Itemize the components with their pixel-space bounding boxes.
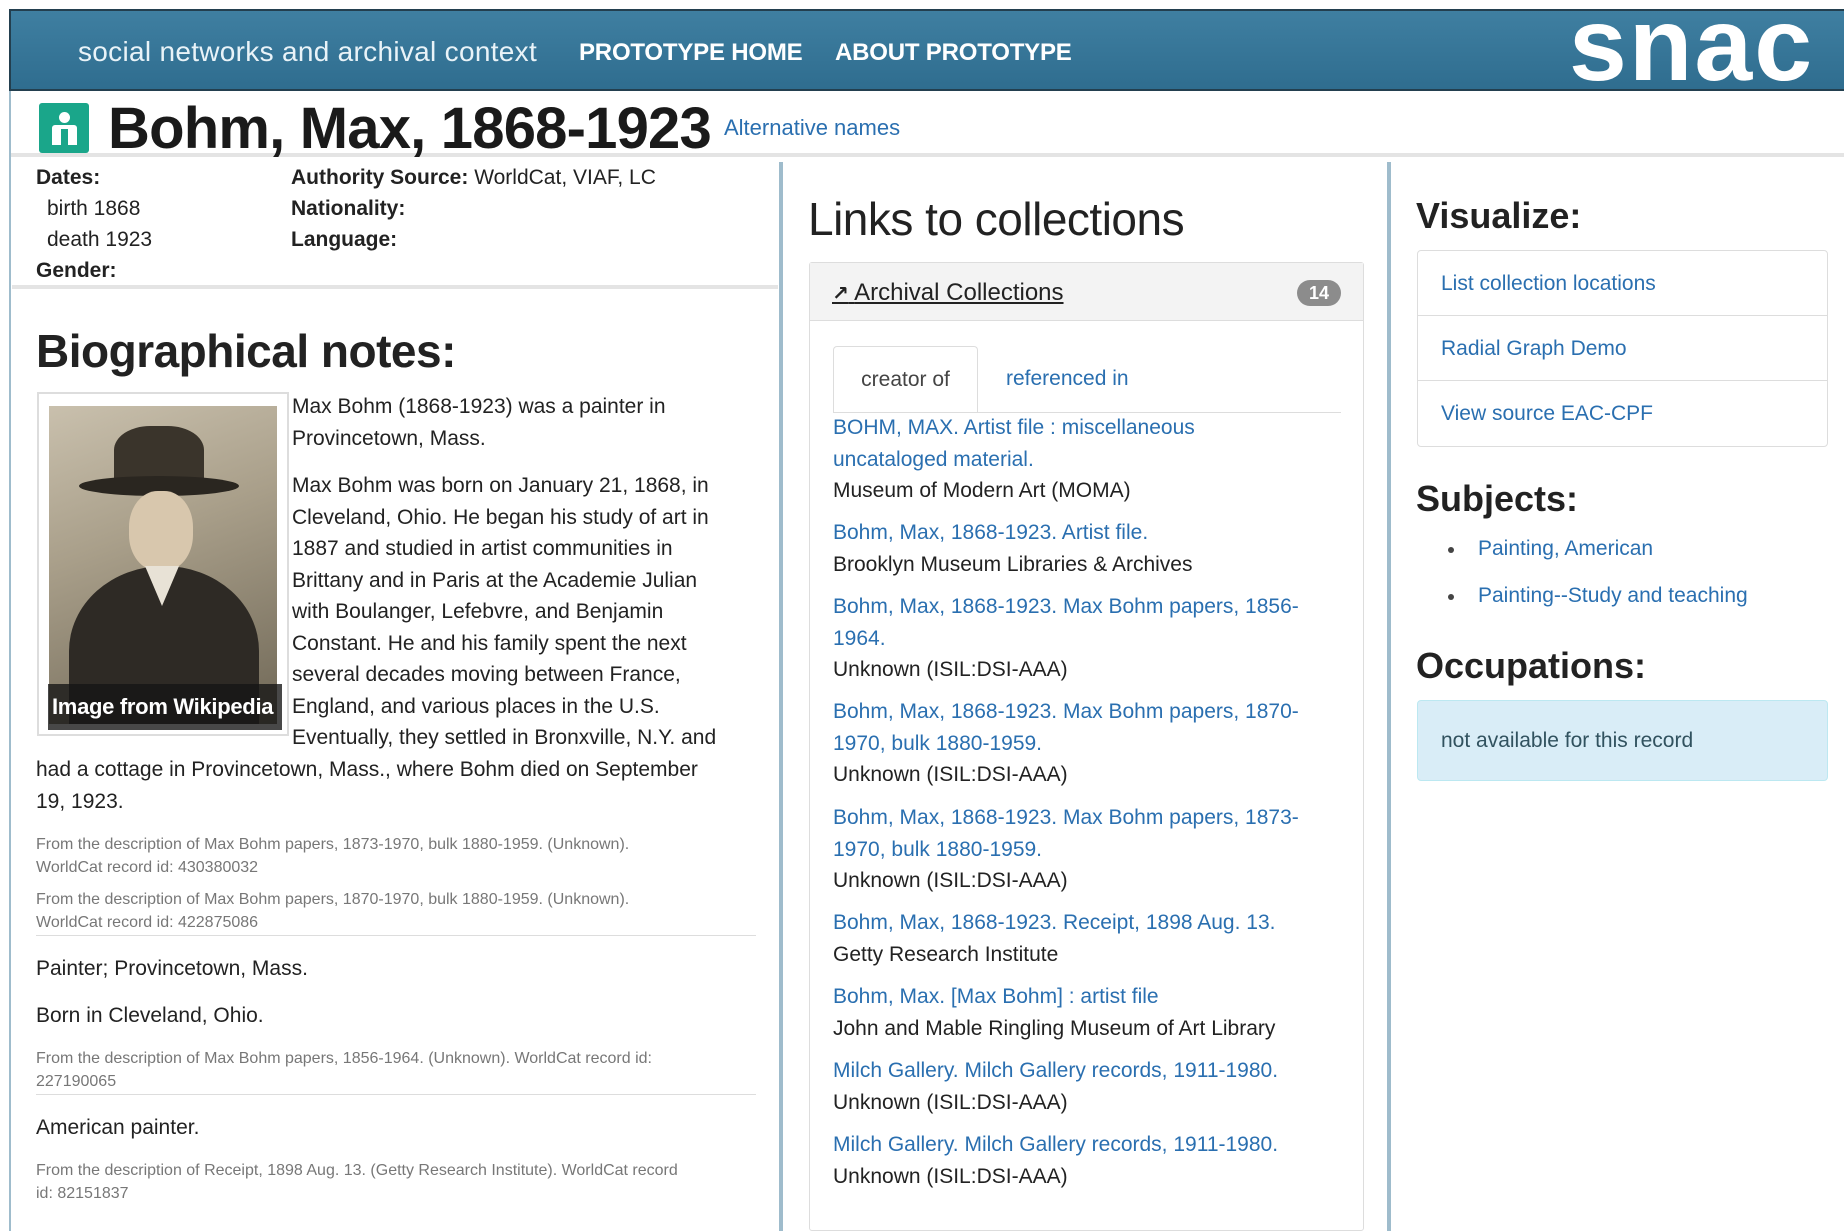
links-to-collections-heading: Links to collections <box>808 193 1185 245</box>
collection-item: Bohm, Max, 1868-1923. Artist file. Brook… <box>833 517 1343 580</box>
repository-name: Museum of Modern Art (MOMA) <box>833 479 1131 502</box>
repository-name: Unknown (ISIL:DSI-AAA) <box>833 1090 1068 1114</box>
repository-name: Getty Research Institute <box>833 942 1059 966</box>
collection-link[interactable]: Milch Gallery. Milch Gallery records, 19… <box>833 1129 1343 1161</box>
site-brand[interactable]: social networks and archival context <box>78 36 537 68</box>
collection-link[interactable]: Bohm, Max, 1868-1923. Max Bohm papers, 1… <box>833 591 1343 654</box>
source-note: From the description of Max Bohm papers,… <box>36 836 630 876</box>
collection-item: BOHM, MAX. Artist file : miscellaneous un… <box>833 412 1343 507</box>
panel-header: ↗ Archival Collections 14 <box>810 263 1363 321</box>
divider <box>36 1094 756 1095</box>
collection-link[interactable]: Milch Gallery. Milch Gallery records, 19… <box>833 1055 1343 1087</box>
collection-link[interactable]: Bohm, Max, 1868-1923. Max Bohm papers, 1… <box>833 802 1343 865</box>
bio-note: Painter; Provincetown, Mass. <box>36 957 308 980</box>
repository-name: Brooklyn Museum Libraries & Archives <box>833 552 1193 576</box>
collection-item: Bohm, Max, 1868-1923. Max Bohm papers, 1… <box>833 802 1343 897</box>
page-title: Bohm, Max, 1868-1923 <box>108 96 712 161</box>
collection-link[interactable]: Bohm, Max, 1868-1923. Max Bohm papers, 1… <box>833 696 1343 759</box>
collection-item: Bohm, Max, 1868-1923. Max Bohm papers, 1… <box>833 696 1343 791</box>
authority-source-label: Authority Source: <box>291 166 469 189</box>
top-navbar: social networks and archival context PRO… <box>9 0 1844 97</box>
authority-source-value: WorldCat, VIAF, LC <box>474 166 656 189</box>
left-border <box>9 91 11 1231</box>
divider <box>36 935 756 936</box>
view-source-eac-cpf-link[interactable]: View source EAC-CPF <box>1418 381 1827 446</box>
repository-name: Unknown (ISIL:DSI-AAA) <box>833 1164 1068 1188</box>
column-divider <box>779 162 783 1231</box>
bio-note: Born in Cleveland, Ohio. <box>36 1004 264 1027</box>
subject-link[interactable]: Painting--Study and teaching <box>1478 579 1748 613</box>
source-note: From the description of Max Bohm papers,… <box>36 891 630 931</box>
bullet-icon <box>1448 594 1454 600</box>
repository-name: John and Mable Ringling Museum of Art Li… <box>833 1016 1276 1040</box>
archival-collections-link[interactable]: ↗ Archival Collections <box>832 279 1064 307</box>
collection-link[interactable]: Bohm, Max, 1868-1923. Artist file. <box>833 517 1343 549</box>
collections-count-badge: 14 <box>1297 280 1341 306</box>
source-note: From the description of Receipt, 1898 Au… <box>36 1162 678 1202</box>
language-label: Language: <box>291 228 398 251</box>
bullet-icon <box>1448 547 1454 553</box>
dates-label: Dates: <box>36 166 101 189</box>
repository-name: Unknown (ISIL:DSI-AAA) <box>833 763 1068 786</box>
bio-paragraph-2-continued: had a cottage in Provincetown, Mass., wh… <box>36 758 698 813</box>
snac-logo[interactable]: snac <box>1569 0 1814 97</box>
person-icon <box>39 103 89 153</box>
external-link-icon: ↗ <box>832 283 849 305</box>
tab-creator-of[interactable]: creator of <box>833 346 978 413</box>
radial-graph-demo-link[interactable]: Radial Graph Demo <box>1418 316 1827 381</box>
collection-link[interactable]: Bohm, Max. [Max Bohm] : artist file <box>833 981 1343 1013</box>
biographical-notes-heading: Biographical notes: <box>36 325 456 377</box>
collection-link[interactable]: BOHM, MAX. Artist file : miscellaneous un… <box>833 412 1343 475</box>
repository-name: Unknown (ISIL:DSI-AAA) <box>833 869 1068 892</box>
death-date: death 1923 <box>47 228 153 251</box>
portrait-image <box>49 406 277 724</box>
visualize-list: List collection locations Radial Graph D… <box>1417 250 1828 447</box>
divider <box>12 285 778 289</box>
title-row: Bohm, Max, 1868-1923 Alternative names <box>9 91 1844 161</box>
nationality-label: Nationality: <box>291 197 406 220</box>
source-note: From the description of Max Bohm papers,… <box>36 1050 652 1090</box>
collection-item: Bohm, Max, 1868-1923. Max Bohm papers, 1… <box>833 591 1343 686</box>
bio-paragraph-2: Max Bohm was born on January 21, 1868, i… <box>292 474 717 749</box>
list-collection-locations-link[interactable]: List collection locations <box>1418 251 1827 316</box>
repository-name: Unknown (ISIL:DSI-AAA) <box>833 658 1068 681</box>
image-caption[interactable]: Image from Wikipedia <box>48 684 282 730</box>
occupations-empty-alert: not available for this record <box>1417 700 1828 781</box>
gender-label: Gender: <box>36 259 117 282</box>
tab-referenced-in[interactable]: referenced in <box>1006 346 1129 413</box>
collection-item: Bohm, Max, 1868-1923. Receipt, 1898 Aug.… <box>833 907 1343 970</box>
collection-item: Bohm, Max. [Max Bohm] : artist file John… <box>833 981 1343 1044</box>
subject-link[interactable]: Painting, American <box>1478 532 1653 566</box>
collection-link[interactable]: Bohm, Max, 1868-1923. Receipt, 1898 Aug.… <box>833 907 1343 939</box>
nav-about-prototype[interactable]: ABOUT PROTOTYPE <box>835 39 1072 67</box>
bio-paragraph-1: Max Bohm (1868-1923) was a painter in Pro… <box>292 395 666 450</box>
collection-item: Milch Gallery. Milch Gallery records, 19… <box>833 1055 1343 1118</box>
occupations-heading: Occupations: <box>1416 645 1647 686</box>
alternative-names-link[interactable]: Alternative names <box>724 115 900 141</box>
column-divider <box>1387 162 1391 1231</box>
nav-prototype-home[interactable]: PROTOTYPE HOME <box>579 39 803 67</box>
bio-note: American painter. <box>36 1116 200 1139</box>
birth-date: birth 1868 <box>47 197 141 220</box>
collection-item: Milch Gallery. Milch Gallery records, 19… <box>833 1129 1343 1192</box>
visualize-heading: Visualize: <box>1416 195 1582 236</box>
subjects-heading: Subjects: <box>1416 478 1579 519</box>
